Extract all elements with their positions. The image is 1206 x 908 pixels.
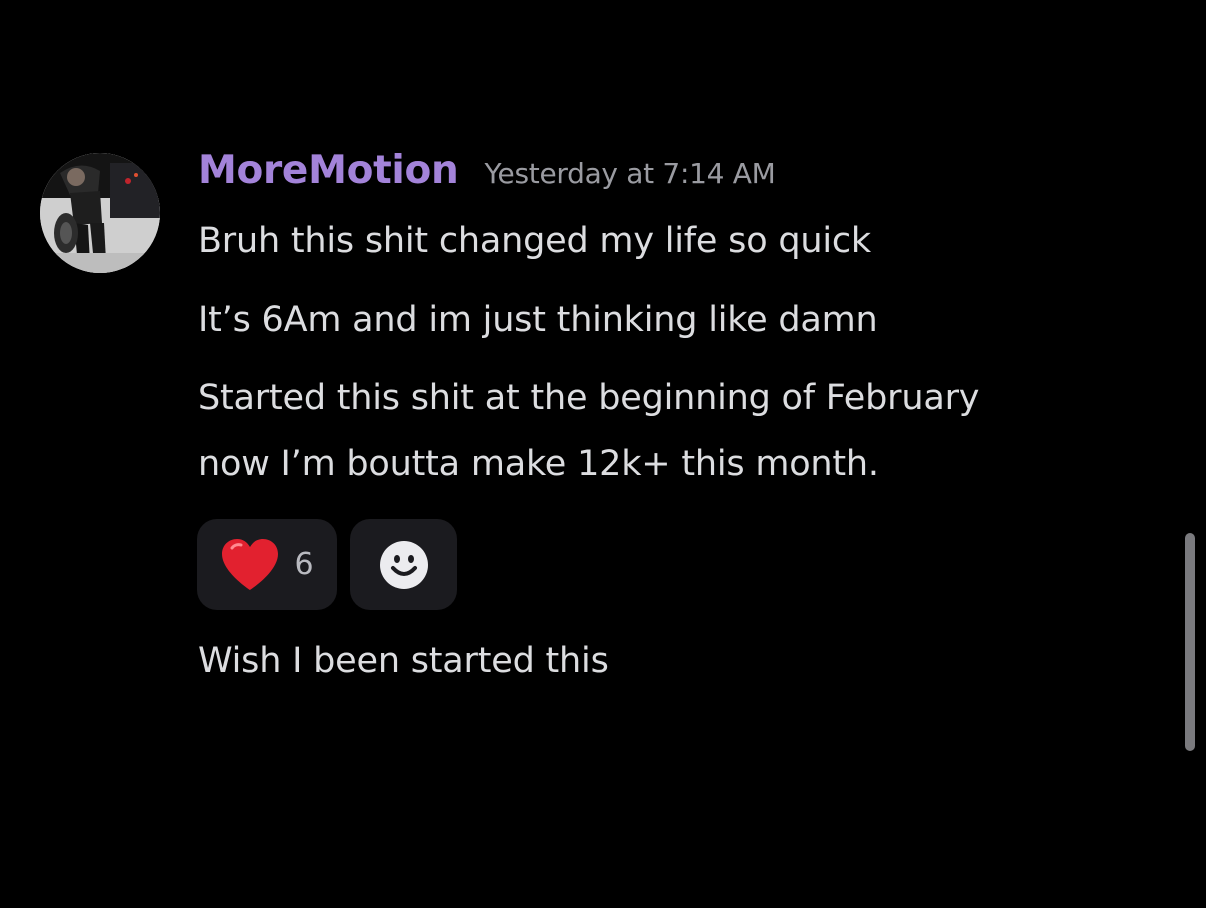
- reaction-count: 6: [294, 547, 314, 582]
- message-header: MoreMotion Yesterday at 7:14 AM: [198, 148, 776, 193]
- smiley-face-icon: [379, 540, 428, 589]
- message-timestamp[interactable]: Yesterday at 7:14 AM: [484, 157, 775, 190]
- avatar-photo: [40, 153, 160, 273]
- reaction-bar: 6: [197, 519, 457, 610]
- add-reaction-button[interactable]: [350, 519, 457, 610]
- message-line-2: It’s 6Am and im just thinking like damn: [198, 300, 878, 340]
- heart-reaction-button[interactable]: 6: [197, 519, 337, 610]
- scrollbar-thumb[interactable]: [1185, 533, 1195, 751]
- author-username[interactable]: MoreMotion: [198, 148, 459, 193]
- red-heart-emoji-icon: [222, 538, 279, 590]
- message-line-3: Started this shit at the beginning of Fe…: [198, 365, 979, 497]
- message-line-4: Wish I been started this: [198, 641, 609, 681]
- avatar[interactable]: [40, 153, 160, 273]
- message-line-3-text: Started this shit at the beginning of Fe…: [198, 378, 980, 484]
- message-line-1: Bruh this shit changed my life so quick: [198, 221, 871, 261]
